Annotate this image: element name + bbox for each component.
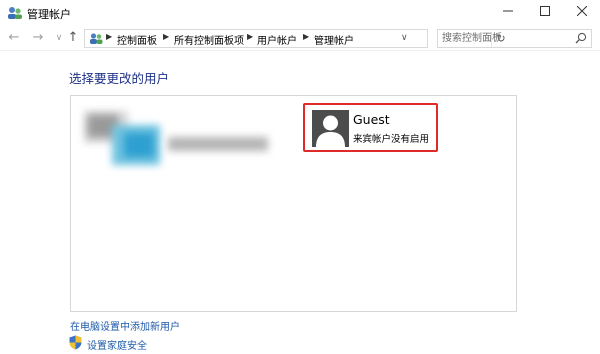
maximize-icon	[539, 6, 550, 16]
breadcrumb-separator-icon: ▶	[303, 32, 310, 41]
up-arrow-icon[interactable]: ↑	[66, 30, 80, 46]
page-heading: 选择要更改的用户	[69, 71, 170, 86]
breadcrumb-all-items[interactable]: 所有控制面板项	[174, 32, 244, 47]
add-user-link[interactable]: 在电脑设置中添加新用户	[70, 318, 180, 333]
divider	[0, 50, 600, 51]
breadcrumb-separator-icon: ▶	[163, 32, 170, 41]
minimize-icon	[502, 10, 513, 12]
breadcrumb-separator-icon: ▶	[247, 32, 254, 41]
title-bar: 管理帐户	[0, 0, 600, 26]
family-safety-link[interactable]: 设置家庭安全	[87, 337, 147, 352]
blurred-account-tile[interactable]	[78, 103, 274, 171]
breadcrumb-user-accounts[interactable]: 用户帐户	[257, 32, 297, 47]
user-accounts-icon	[8, 7, 22, 19]
address-dropdown-chevron-icon[interactable]: ∨	[401, 33, 408, 43]
guest-status: 来宾帐户没有启用	[353, 134, 430, 145]
maximize-button[interactable]	[526, 0, 563, 22]
breadcrumb-manage-accounts[interactable]: 管理帐户	[314, 32, 354, 47]
shield-icon	[69, 335, 82, 350]
guest-account-tile[interactable]: Guest 来宾帐户没有启用	[303, 103, 438, 152]
close-button[interactable]	[563, 0, 600, 22]
forward-arrow-icon[interactable]: →	[31, 30, 45, 46]
guest-name: Guest	[353, 112, 390, 127]
breadcrumb-separator-icon: ▶	[106, 32, 113, 41]
guest-avatar	[312, 110, 349, 147]
window-title: 管理帐户	[27, 8, 71, 21]
search-input[interactable]	[442, 31, 567, 46]
recent-locations-chevron-icon[interactable]: ∨	[52, 30, 66, 46]
minimize-button[interactable]	[489, 0, 526, 22]
address-bar[interactable]: ▶ 控制面板 ▶ 所有控制面板项 ▶ 用户帐户 ▶ 管理帐户 ∨ ↻	[84, 29, 506, 48]
search-icon	[575, 32, 587, 44]
breadcrumb-control-panel[interactable]: 控制面板	[117, 32, 157, 47]
search-box[interactable]	[437, 29, 592, 48]
control-panel-icon	[90, 33, 103, 44]
close-icon	[576, 6, 587, 16]
back-arrow-icon[interactable]: ←	[7, 30, 21, 46]
user-silhouette-icon	[316, 115, 345, 147]
